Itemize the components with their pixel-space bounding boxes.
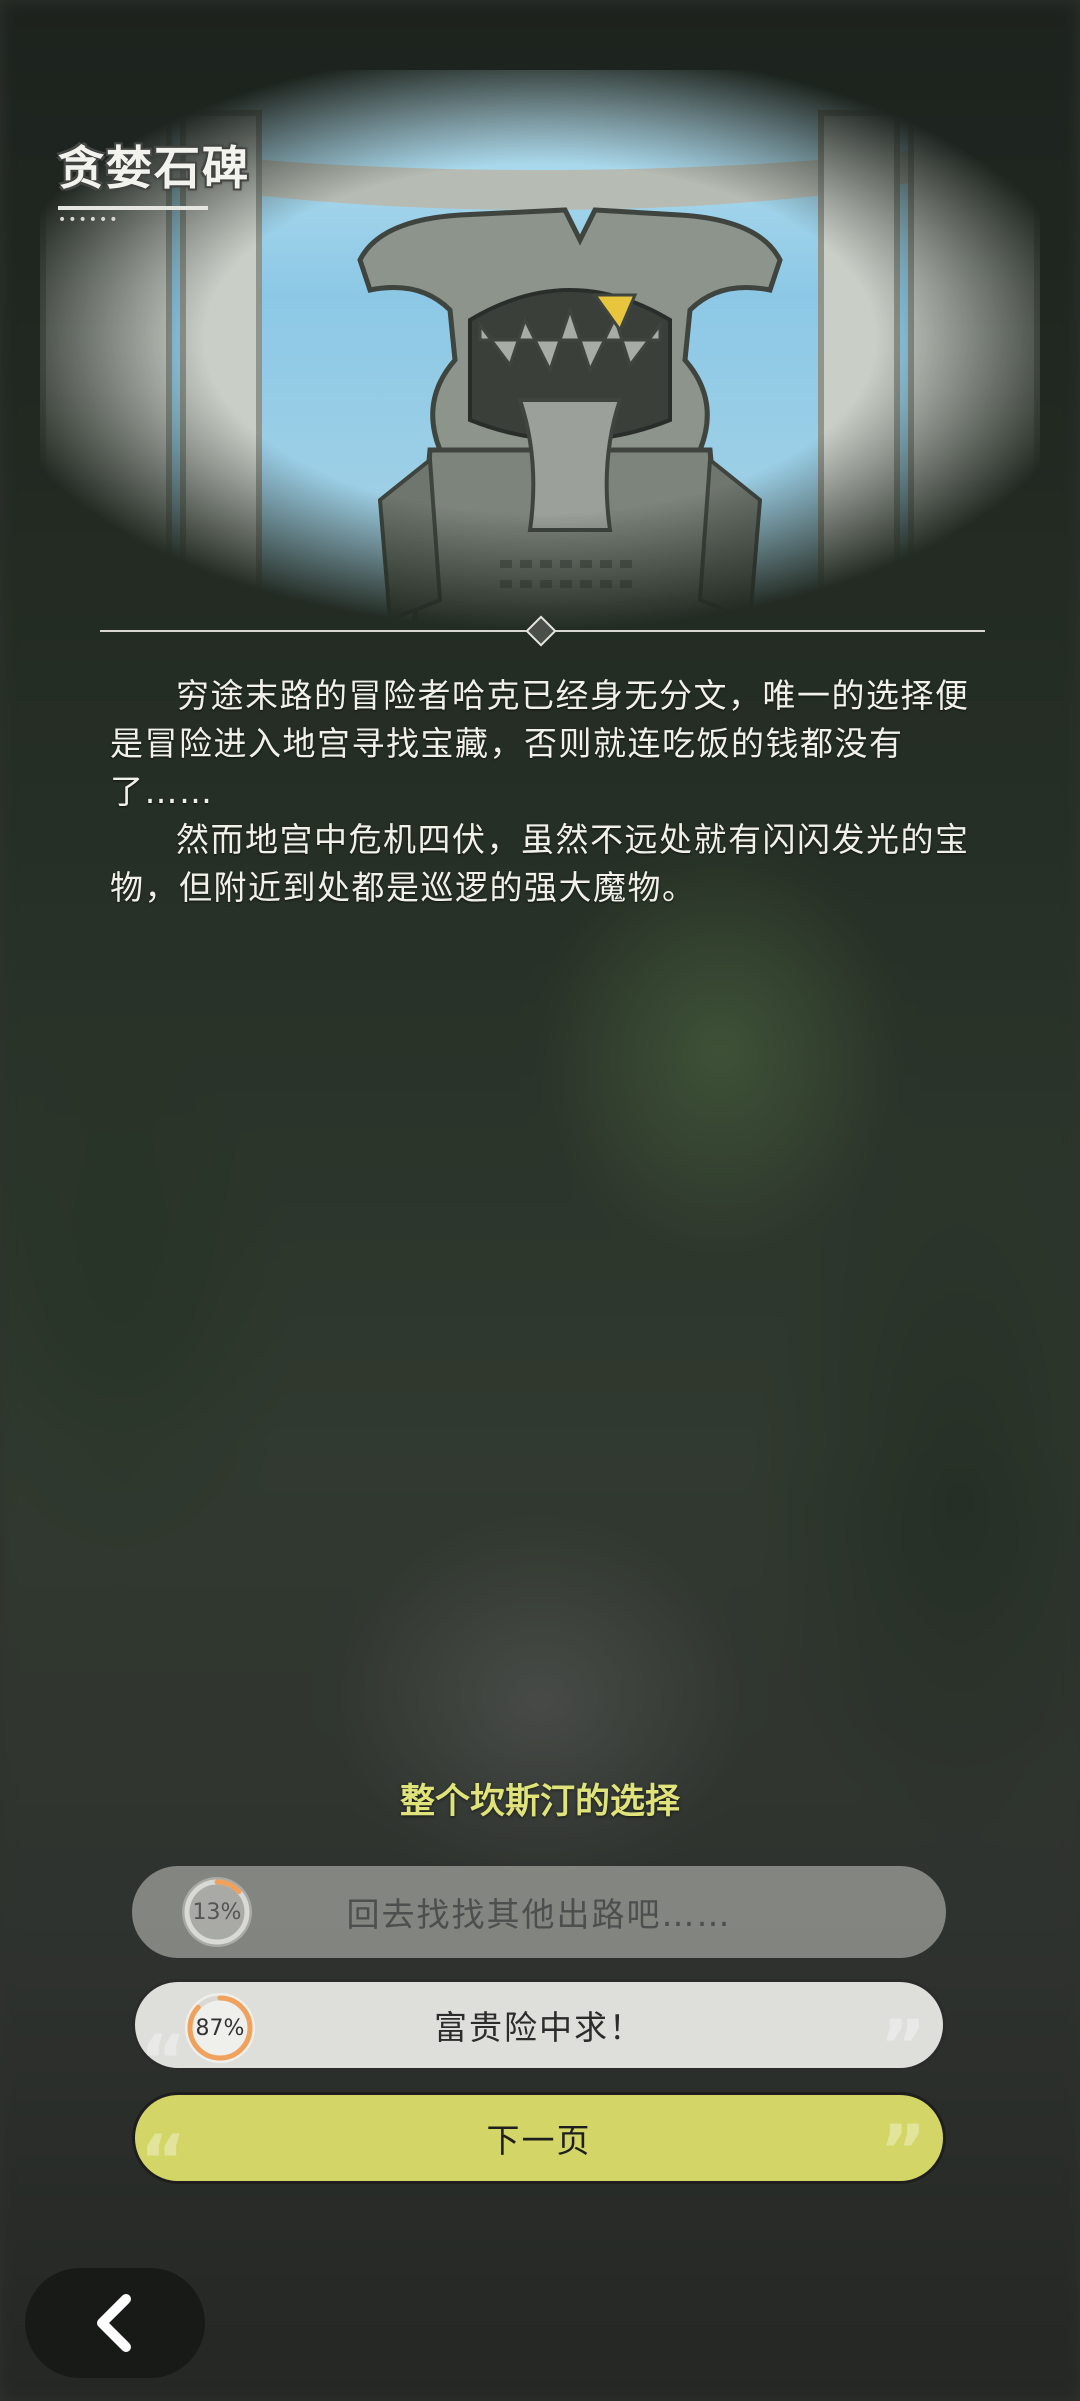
title-underline <box>58 206 208 210</box>
vote-percentage-ring: 87% <box>185 1993 255 2063</box>
illustration-pillar-right-inner <box>818 110 900 630</box>
choice-option-go-back[interactable]: 13% 回去找找其他出路吧…… <box>132 1866 946 1958</box>
close-quote-icon: ” <box>880 2005 927 2087</box>
greedy-monument-image <box>357 207 783 630</box>
vote-percentage: 87% <box>195 2015 245 2041</box>
open-quote-icon: “ <box>140 2020 187 2102</box>
event-title: 贪婪石碑 <box>58 141 250 195</box>
vote-percentage: 13% <box>192 1899 242 1925</box>
story-text: 穷途末路的冒险者哈克已经身无分文，唯一的选择便是冒险进入地宫寻找宝藏，否则就连吃… <box>110 672 980 912</box>
choice-label: 回去找找其他出路吧…… <box>346 1895 732 1934</box>
illustration-pillar-right <box>908 110 1040 630</box>
chevron-left-icon <box>97 2294 131 2352</box>
next-page-label: 下一页 <box>486 2121 592 2160</box>
close-quote-icon: ” <box>880 2110 927 2192</box>
choice-label: 富贵险中求！ <box>434 2008 644 2047</box>
back-button[interactable] <box>25 2268 205 2378</box>
choice-option-take-risk[interactable]: 87% 富贵险中求！ <box>132 1979 946 2071</box>
vote-percentage-ring: 13% <box>182 1877 252 1947</box>
story-paragraph-1: 穷途末路的冒险者哈克已经身无分文，唯一的选择便是冒险进入地宫寻找宝藏，否则就连吃… <box>110 676 970 811</box>
next-page-button[interactable]: 下一页 <box>132 2092 946 2184</box>
choice-question: 整个坎斯汀的选择 <box>399 1782 680 1822</box>
event-title-group: 贪婪石碑 •••••• <box>58 132 250 228</box>
story-paragraph-2: 然而地宫中危机四伏，虽然不远处就有闪闪发光的宝物，但附近到处都是巡逻的强大魔物。 <box>110 820 970 907</box>
title-dots: •••••• <box>58 212 120 228</box>
open-quote-icon: “ <box>140 2120 187 2202</box>
